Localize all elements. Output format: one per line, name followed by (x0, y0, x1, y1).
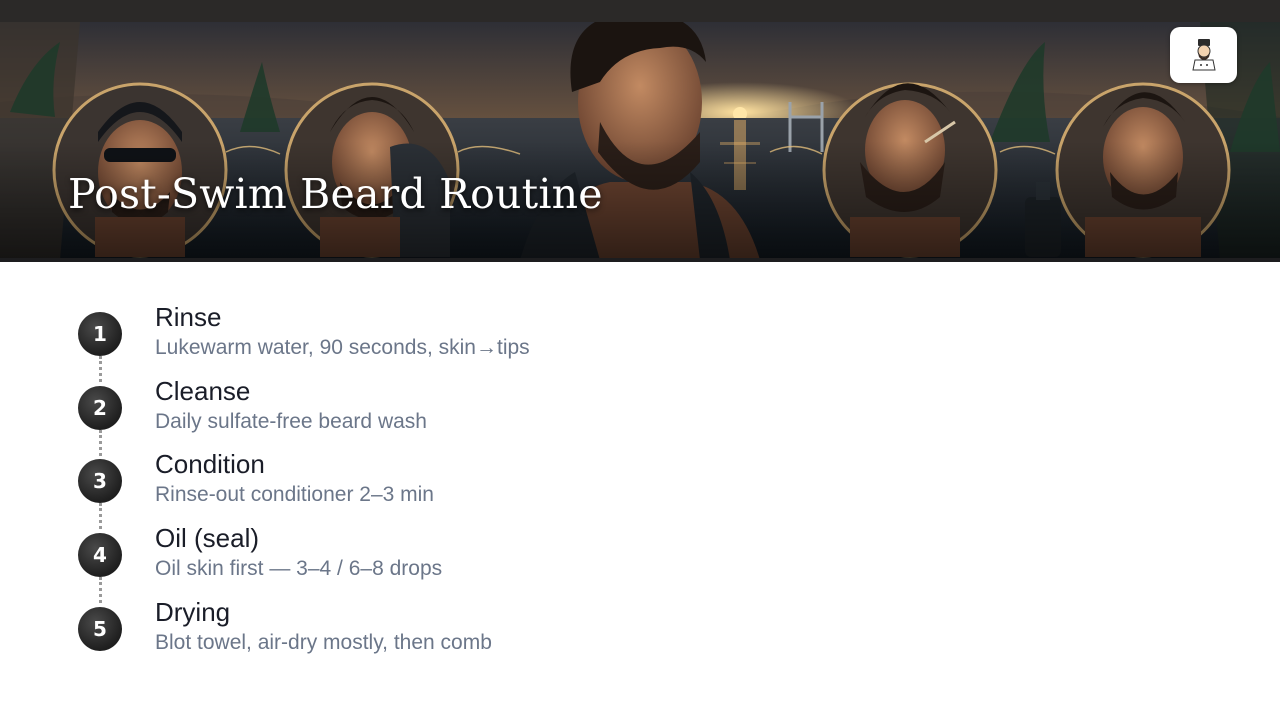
step-number-badge: 4 (78, 533, 122, 577)
step-condition: 3 Condition Rinse-out conditioner 2–3 mi… (78, 449, 778, 509)
step-rinse: 1 Rinse Lukewarm water, 90 seconds, skin… (78, 302, 778, 362)
step-cleanse: 2 Cleanse Daily sulfate-free beard wash (78, 376, 778, 436)
banner-illustration (0, 22, 1280, 260)
top-bar (0, 0, 1280, 22)
step-title: Condition (155, 449, 265, 479)
step-title: Drying (155, 597, 231, 627)
step-description: Blot towel, air-dry mostly, then comb (155, 631, 492, 654)
logo-badge[interactable] (1170, 27, 1237, 83)
step-drying: 5 Drying Blot towel, air-dry mostly, the… (78, 597, 778, 657)
step-number-badge: 1 (78, 312, 122, 356)
step-description: Rinse-out conditioner 2–3 min (155, 483, 434, 506)
step-title: Oil (seal) (155, 523, 260, 553)
step-oil: 4 Oil (seal) Oil skin first — 3–4 / 6–8 … (78, 523, 778, 583)
hero-banner (0, 22, 1280, 260)
step-description: Daily sulfate-free beard wash (155, 410, 427, 433)
banner-divider (0, 258, 1280, 262)
step-title: Rinse (155, 302, 222, 332)
barber-mascot-logo-icon (1191, 39, 1216, 71)
step-description: Lukewarm water, 90 seconds, skin→tips (155, 336, 530, 359)
step-number-badge: 2 (78, 386, 122, 430)
page-title: Post-Swim Beard Routine (68, 170, 603, 218)
step-number-badge: 5 (78, 607, 122, 651)
step-number-badge: 3 (78, 459, 122, 503)
step-title: Cleanse (155, 376, 251, 406)
step-description: Oil skin first — 3–4 / 6–8 drops (155, 557, 443, 580)
